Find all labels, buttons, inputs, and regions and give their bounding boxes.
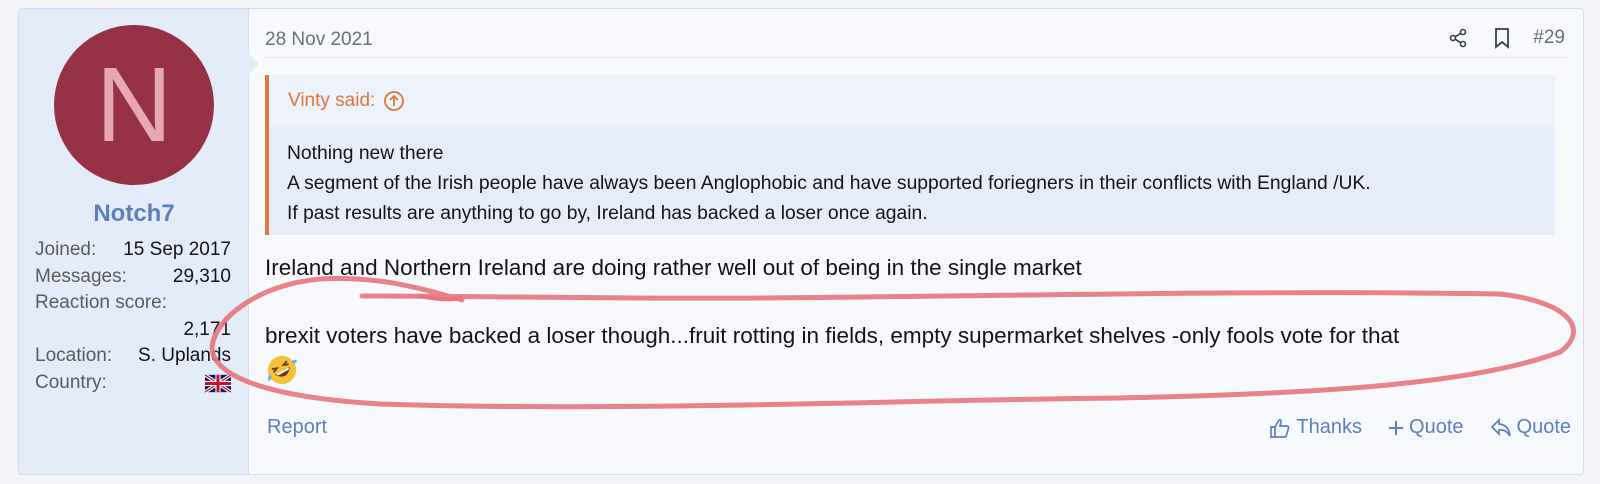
avatar[interactable]: N bbox=[54, 25, 214, 185]
quote-button[interactable]: Quote bbox=[1490, 416, 1571, 439]
post-date[interactable]: 28 Nov 2021 bbox=[265, 29, 373, 51]
quote-block: Vinty said: Nothing new there A segment … bbox=[265, 75, 1555, 235]
message-line: brexit voters have backed a loser though… bbox=[265, 323, 1400, 348]
plus-icon bbox=[1389, 420, 1404, 435]
stat-label: Messages: bbox=[35, 265, 127, 287]
stat-country: Country: bbox=[35, 370, 231, 397]
post-header-actions: #29 bbox=[1445, 25, 1565, 51]
share-icon[interactable] bbox=[1445, 25, 1471, 51]
stat-location: Location: S. Uplands bbox=[35, 343, 231, 370]
thanks-label: Thanks bbox=[1296, 416, 1363, 438]
multi-quote-label: Quote bbox=[1409, 416, 1464, 438]
footer-actions: Thanks Quote Quote bbox=[1269, 416, 1571, 439]
stat-label: Location: bbox=[35, 345, 113, 366]
message-emoji-line bbox=[265, 353, 1555, 391]
stat-value: S. Uplands bbox=[138, 345, 231, 366]
forum-post: N Notch7 Joined: 15 Sep 2017 Messages: 2… bbox=[18, 8, 1584, 475]
post-message: Ireland and Northern Ireland are doing r… bbox=[265, 251, 1555, 391]
stat-value: 2,171 bbox=[183, 318, 231, 340]
quote-label: Quote bbox=[1516, 416, 1571, 438]
rofl-emoji-icon bbox=[267, 355, 298, 385]
header-divider bbox=[265, 57, 1567, 58]
stat-label: Joined: bbox=[35, 239, 97, 260]
report-link[interactable]: Report bbox=[267, 416, 327, 439]
user-sidebar: N Notch7 Joined: 15 Sep 2017 Messages: 2… bbox=[19, 9, 259, 474]
multi-quote-button[interactable]: Quote bbox=[1388, 416, 1464, 439]
post-main: 28 Nov 2021 #29 Vinty said: Nothing new … bbox=[265, 9, 1583, 474]
quote-line: A segment of the Irish people have alway… bbox=[287, 173, 1371, 194]
post-footer: Report Thanks Quote Quote bbox=[265, 411, 1571, 447]
stat-reaction-score: Reaction score: bbox=[35, 290, 231, 317]
quote-header[interactable]: Vinty said: bbox=[269, 75, 1555, 127]
post-number-link[interactable]: #29 bbox=[1533, 27, 1565, 49]
stat-joined: Joined: 15 Sep 2017 bbox=[35, 237, 231, 264]
thumbs-up-icon bbox=[1270, 418, 1290, 438]
stat-messages: Messages: 29,310 bbox=[35, 264, 231, 291]
reply-icon bbox=[1490, 417, 1511, 436]
bookmark-icon[interactable] bbox=[1489, 25, 1515, 51]
quote-content: Nothing new there A segment of the Irish… bbox=[269, 127, 1555, 229]
thanks-button[interactable]: Thanks bbox=[1269, 416, 1362, 439]
stat-value: 15 Sep 2017 bbox=[123, 239, 231, 260]
username[interactable]: Notch7 bbox=[19, 200, 249, 228]
user-stats: Joined: 15 Sep 2017 Messages: 29,310 Rea… bbox=[35, 237, 231, 396]
stat-reaction-score-value-row: 2,171 bbox=[35, 317, 231, 344]
quote-line: Nothing new there bbox=[287, 143, 444, 164]
stat-label: Reaction score: bbox=[35, 292, 168, 313]
quote-line: If past results are anything to go by, I… bbox=[287, 203, 928, 224]
stat-label: Country: bbox=[35, 371, 107, 393]
message-line: Ireland and Northern Ireland are doing r… bbox=[265, 255, 1082, 280]
stat-value: 29,310 bbox=[172, 265, 231, 287]
uk-flag-icon bbox=[205, 373, 231, 393]
arrow-up-circle-icon[interactable] bbox=[383, 90, 405, 112]
quote-author[interactable]: Vinty said: bbox=[288, 90, 375, 112]
